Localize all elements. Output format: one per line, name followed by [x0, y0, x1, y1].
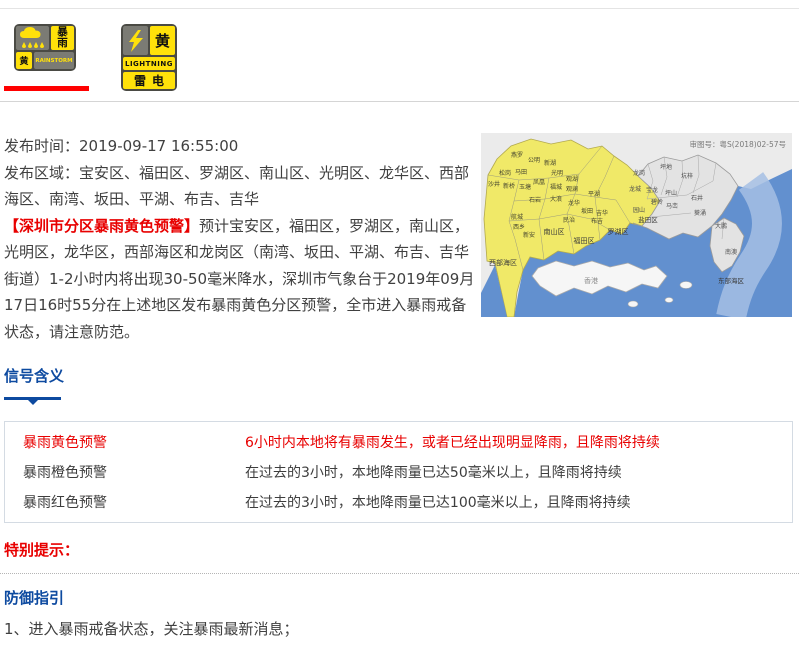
signal-name: 暴雨黄色预警	[5, 432, 245, 452]
signal-heading-underline	[4, 397, 61, 400]
map-label: 凤凰	[533, 179, 545, 186]
warning-bulletin-page: 暴雨 黄 RAINSTORM 黄 LIGHTNING 雷电	[0, 0, 799, 646]
signal-section-title: 信号含义	[4, 365, 793, 386]
rainstorm-level-cn: 黄	[16, 52, 32, 69]
map-label: 东部海区	[718, 276, 745, 285]
lightning-yellow-warning-badge[interactable]: 黄 LIGHTNING 雷电	[121, 24, 177, 91]
map-label: 马田	[515, 168, 527, 176]
bulletin-paragraph: 【深圳市分区暴雨黄色预警】预计宝安区，福田区，罗湖区，南山区，光明区，龙华区，西…	[4, 213, 478, 346]
signal-desc: 在过去的3小时，本地降雨量已达100毫米以上，且降雨将持续	[245, 492, 792, 512]
map-label: 新湖	[544, 159, 556, 167]
signal-name: 暴雨红色预警	[5, 492, 245, 512]
map-approval-number: 审图号：粤S(2018)02-57号	[690, 139, 787, 149]
map-label: 香港	[584, 276, 598, 285]
map-label: 龙城	[629, 185, 641, 193]
map-label: 园山	[633, 206, 645, 214]
rainstorm-name-en: RAINSTORM	[34, 52, 74, 69]
map-label: 坂田	[581, 207, 593, 215]
map-label: 龙华	[568, 199, 580, 207]
map-label: 石井	[691, 194, 703, 202]
bulletin-body: 预计宝安区，福田区，罗湖区，南山区，光明区，龙华区，西部海区和龙岗区（南湾、坂田…	[4, 217, 474, 341]
defense-guide-list: 1、进入暴雨戒备状态，关注暴雨最新消息； 2、中小学校、幼儿园、托儿所应当采取适…	[4, 615, 793, 646]
map-label: 西部海区	[489, 258, 517, 267]
table-row: 暴雨橙色预警 在过去的3小时，本地降雨量已达50毫米以上，且降雨将持续	[5, 457, 792, 487]
bulletin-title: 【深圳市分区暴雨黄色预警】	[4, 217, 199, 235]
map-label: 南澳	[725, 248, 737, 256]
map-label: 平湖	[588, 190, 600, 198]
map-label: 碧岭	[651, 198, 663, 206]
map-label: 盐田区	[638, 215, 658, 224]
map-label: 南山区	[544, 227, 565, 236]
rainstorm-yellow-warning-badge[interactable]: 暴雨 黄 RAINSTORM	[14, 24, 76, 71]
map-label: 大浪	[550, 195, 562, 203]
map-label: 航城	[511, 213, 523, 221]
signal-name: 暴雨橙色预警	[5, 462, 245, 482]
warning-area-map: 审图号：粤S(2018)02-57号 燕罗公明新湖松岗马田光明沙井新桥玉塘凤凰福…	[481, 133, 792, 345]
list-item: 1、进入暴雨戒备状态，关注暴雨最新消息；	[4, 615, 793, 643]
map-label: 坪地	[660, 163, 672, 171]
map-label: 马峦	[666, 202, 678, 210]
signal-desc: 6小时内本地将有暴雨发生，或者已经出现明显降雨，且降雨将持续	[245, 432, 792, 452]
publish-time-line: 发布时间：2019-09-17 16:55:00	[4, 133, 478, 160]
map-label: 松岗	[499, 169, 511, 177]
map-label: 坑梓	[681, 172, 693, 180]
map-label: 新安	[523, 231, 535, 239]
map-label: 玉塘	[519, 183, 531, 191]
map-label: 公明	[528, 157, 540, 164]
map-label: 燕罗	[511, 151, 523, 159]
publish-area-line: 发布区域：宝安区、福田区、罗湖区、南山区、光明区、龙华区、西部海区、南湾、坂田、…	[4, 160, 478, 213]
lightning-bolt-icon	[123, 26, 148, 55]
signal-desc: 在过去的3小时，本地降雨量已达50毫米以上，且降雨将持续	[245, 462, 792, 482]
lightning-name-cn: 雷电	[123, 72, 175, 89]
rainstorm-warning-tab[interactable]: 暴雨 黄 RAINSTORM	[14, 24, 76, 71]
map-label: 石岩	[529, 196, 541, 204]
rainstorm-name-cn: 暴雨	[51, 26, 74, 50]
signal-table: 暴雨黄色预警 6小时内本地将有暴雨发生，或者已经出现明显降雨，且降雨将持续 暴雨…	[4, 421, 793, 523]
bulletin-text-column: 发布时间：2019-09-17 16:55:00 发布区域：宝安区、福田区、罗湖…	[4, 133, 478, 345]
map-label: 福田区	[574, 236, 595, 245]
map-label: 福城	[550, 183, 562, 191]
warning-badges-row: 暴雨 黄 RAINSTORM 黄 LIGHTNING 雷电	[0, 9, 799, 101]
special-notice-title: 特别提示：	[4, 539, 799, 560]
rain-cloud-icon	[16, 26, 49, 50]
map-label: 西乡	[513, 224, 525, 231]
map-label: 宝龙	[646, 186, 658, 194]
defense-guide-title: 防御指引	[4, 587, 799, 608]
active-tab-indicator	[4, 86, 89, 91]
publish-time-label: 发布时间：	[4, 137, 79, 155]
lightning-level-cn: 黄	[150, 26, 175, 55]
map-label: 龙岗	[633, 169, 645, 177]
table-row: 暴雨红色预警 在过去的3小时，本地降雨量已达100毫米以上，且降雨将持续	[5, 487, 792, 517]
map-label: 光明	[551, 169, 563, 177]
map-label: 葵涌	[694, 209, 706, 217]
map-label: 观湖	[566, 175, 578, 183]
map-label: 沙井	[488, 180, 500, 188]
signal-meaning-section: 信号含义 暴雨黄色预警 6小时内本地将有暴雨发生，或者已经出现明显降雨，且降雨将…	[4, 365, 793, 523]
map-label: 新桥	[503, 182, 515, 190]
map-label: 罗湖区	[608, 227, 629, 236]
publish-time-value: 2019-09-17 16:55:00	[79, 137, 238, 155]
map-label: 吉华	[596, 209, 608, 217]
publish-area-label: 发布区域：	[4, 164, 79, 182]
map-label: 布吉	[591, 217, 603, 225]
bulletin-content: 发布时间：2019-09-17 16:55:00 发布区域：宝安区、福田区、罗湖…	[0, 102, 799, 345]
map-label: 民治	[563, 216, 575, 224]
lightning-name-en: LIGHTNING	[123, 57, 175, 70]
map-label: 观澜	[566, 185, 578, 193]
map-label: 大鹏	[715, 222, 727, 230]
map-label: 坪山	[665, 189, 677, 197]
rainstorm-name-cn-text: 暴雨	[57, 27, 69, 49]
table-row: 暴雨黄色预警 6小时内本地将有暴雨发生，或者已经出现明显降雨，且降雨将持续	[5, 427, 792, 457]
dotted-divider	[0, 573, 799, 574]
shenzhen-district-map: 审图号：粤S(2018)02-57号 燕罗公明新湖松岗马田光明沙井新桥玉塘凤凰福…	[481, 133, 792, 317]
